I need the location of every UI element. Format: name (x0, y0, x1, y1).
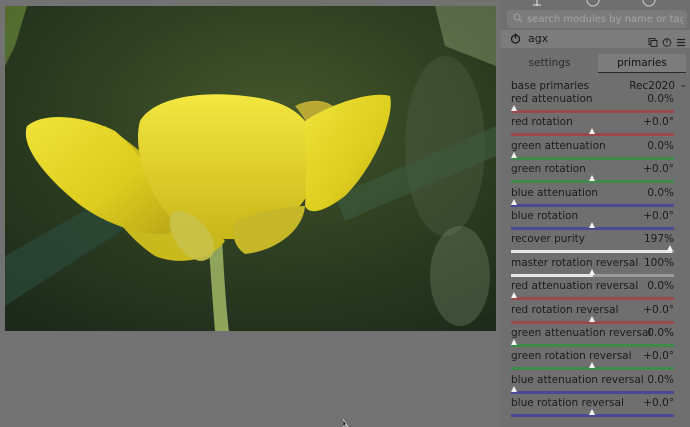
slider-row[interactable]: master rotation reversal 100% (511, 257, 674, 280)
slider-label: green rotation reversal (511, 350, 632, 363)
module-search-box[interactable] (507, 10, 687, 28)
slider-handle[interactable] (511, 339, 517, 345)
slider-handle[interactable] (511, 385, 517, 392)
slider-value: +0.0° (643, 350, 674, 363)
slider-label: red attenuation reversal (511, 280, 639, 293)
slider-label: red rotation (511, 116, 573, 129)
slider-row[interactable]: red attenuation 0.0% (511, 93, 674, 116)
image-canvas[interactable] (5, 6, 496, 331)
slider-value: 0.0% (647, 280, 674, 293)
slider-label: blue rotation reversal (511, 397, 624, 410)
slider-handle[interactable] (667, 245, 673, 252)
slider-row[interactable]: green rotation +0.0° (511, 163, 674, 186)
slider-value: +0.0° (643, 397, 674, 410)
slider-label: blue attenuation reversal (511, 373, 644, 386)
slider-value: +0.0° (643, 303, 674, 316)
slider-row[interactable]: blue attenuation reversal 0.0% (511, 374, 674, 397)
slider-row[interactable]: green attenuation reversal 0.0% (511, 327, 674, 350)
slider-handle[interactable] (589, 128, 595, 135)
slider-handle[interactable] (511, 151, 517, 158)
slider-track[interactable] (511, 156, 674, 160)
slider-row[interactable]: green rotation reversal +0.0° (511, 350, 674, 373)
slider-handle[interactable] (511, 198, 517, 205)
tab-settings[interactable]: settings (501, 54, 598, 73)
buttercup-photo (5, 6, 496, 331)
slider-value: 100% (643, 256, 674, 269)
slider-track[interactable] (511, 203, 674, 207)
slider-track[interactable] (511, 110, 674, 113)
slider-handle[interactable] (589, 268, 595, 275)
presets-menu-icon[interactable] (676, 33, 686, 47)
slider-label: green attenuation (511, 139, 606, 152)
slider-row[interactable]: blue rotation reversal +0.0° (511, 397, 674, 420)
slider-label: blue rotation (511, 210, 579, 222)
slider-value: +0.0° (643, 210, 674, 222)
search-icon (513, 13, 523, 23)
slider-track[interactable] (511, 297, 674, 301)
slider-fill (511, 250, 672, 254)
slider-track[interactable] (511, 390, 674, 394)
chevron-down-icon: ⌄ (679, 80, 687, 90)
slider-handle[interactable] (589, 362, 595, 369)
slider-row[interactable]: green attenuation 0.0% (511, 140, 674, 163)
slider-track[interactable] (511, 344, 674, 347)
slider-label: green attenuation reversal (511, 327, 652, 339)
slider-value: 0.0% (647, 93, 674, 105)
panel-top-icons (533, 0, 656, 7)
slider-handle[interactable] (511, 292, 517, 299)
right-panel: agx settings primaries base primaries Re… (501, 0, 690, 427)
slider-value: 0.0% (647, 373, 674, 386)
slider-value: 0.0% (647, 186, 674, 199)
slider-value: 0.0% (647, 327, 674, 339)
slider-value: 0.0% (647, 139, 674, 152)
slider-row[interactable]: red rotation reversal +0.0° (511, 304, 674, 327)
module-header[interactable]: agx (501, 30, 690, 48)
slider-row[interactable]: recover purity 197% (511, 233, 674, 256)
slider-handle[interactable] (589, 222, 595, 228)
tab-primaries[interactable]: primaries (598, 54, 686, 73)
slider-row[interactable]: blue rotation +0.0° (511, 210, 674, 233)
slider-handle[interactable] (511, 105, 517, 111)
slider-label: green rotation (511, 163, 586, 176)
slider-label: recover purity (511, 233, 585, 246)
mouse-cursor (343, 419, 349, 427)
power-icon[interactable] (510, 33, 521, 44)
slider-value: 197% (643, 233, 674, 246)
slider-handle[interactable] (589, 409, 595, 416)
slider-label: red attenuation (511, 93, 593, 105)
slider-handle[interactable] (589, 175, 595, 182)
slider-value: +0.0° (643, 116, 674, 129)
module-name: agx (528, 32, 549, 45)
slider-label: master rotation reversal (511, 256, 639, 269)
search-input[interactable] (527, 10, 683, 28)
slider-value: +0.0° (643, 163, 674, 176)
base-primaries-label: base primaries (511, 80, 590, 92)
base-primaries-dropdown[interactable]: base primaries Rec2020 ⌄ (511, 78, 687, 94)
slider-label: blue attenuation (511, 186, 599, 199)
base-primaries-value: Rec2020 (629, 80, 675, 92)
reset-icon[interactable] (662, 33, 672, 47)
multi-instance-icon[interactable] (648, 33, 658, 47)
module-tabs: settings primaries (501, 54, 690, 73)
slider-row[interactable]: blue attenuation 0.0% (511, 187, 674, 210)
slider-row[interactable]: red rotation +0.0° (511, 116, 674, 139)
slider-label: red rotation reversal (511, 303, 619, 316)
slider-handle[interactable] (589, 315, 595, 322)
slider-fill (511, 273, 593, 277)
slider-row[interactable]: red attenuation reversal 0.0% (511, 280, 674, 303)
